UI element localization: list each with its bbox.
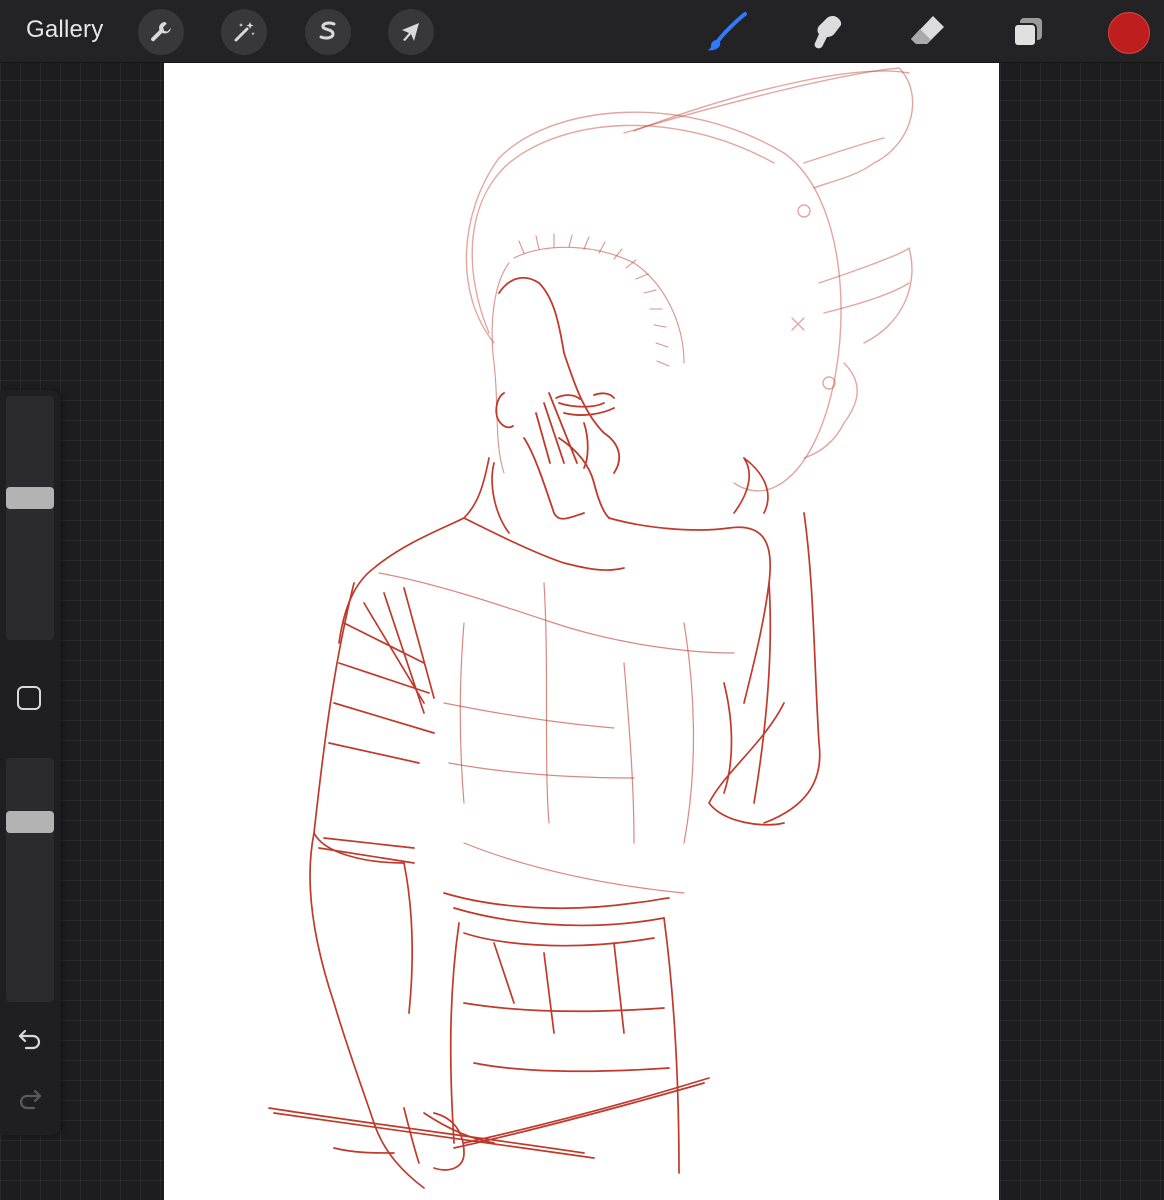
selection-s-icon [319, 21, 336, 40]
brush-size-slider[interactable] [6, 396, 54, 640]
gallery-button[interactable]: Gallery [26, 16, 103, 44]
drawing-canvas[interactable] [164, 63, 999, 1200]
modify-button[interactable] [17, 686, 41, 710]
actions-button[interactable] [138, 9, 184, 55]
layers-icon [1013, 18, 1042, 47]
sketch-artwork [268, 67, 914, 1189]
brush-opacity-thumb[interactable] [6, 811, 54, 833]
arrow-cursor-icon [402, 23, 419, 41]
layers-tool[interactable] [1006, 10, 1050, 54]
eraser-tool[interactable] [906, 10, 950, 54]
brush-icon [707, 12, 747, 51]
selection-button[interactable] [305, 9, 351, 55]
undo-button[interactable] [15, 1024, 45, 1054]
eraser-icon [911, 16, 944, 44]
smudge-tool[interactable] [806, 10, 850, 54]
redo-button[interactable] [15, 1084, 45, 1114]
adjustments-button[interactable] [221, 9, 267, 55]
color-picker-button[interactable] [1108, 12, 1150, 54]
left-sidebar [0, 390, 60, 1135]
wrench-icon [151, 22, 171, 42]
brush-tool[interactable] [705, 10, 749, 54]
top-toolbar: Gallery [0, 0, 1164, 63]
transform-button[interactable] [388, 9, 434, 55]
brush-size-thumb[interactable] [6, 487, 54, 509]
smudge-icon [814, 16, 842, 49]
magic-wand-icon [234, 22, 255, 42]
brush-opacity-slider[interactable] [6, 758, 54, 1002]
redo-icon [19, 1089, 42, 1110]
undo-icon [18, 1029, 41, 1050]
